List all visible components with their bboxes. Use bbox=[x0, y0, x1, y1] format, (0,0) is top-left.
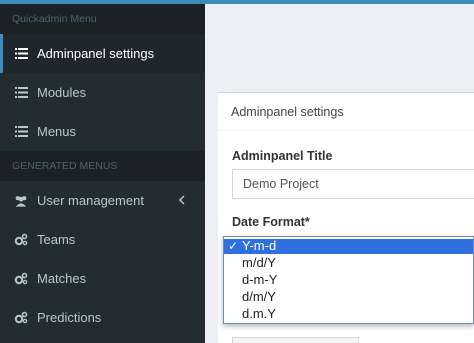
date-format-option[interactable]: d/m/Y bbox=[224, 289, 473, 305]
panel-title: Adminpanel settings bbox=[218, 93, 474, 131]
sidebar-item-menus[interactable]: Menus bbox=[0, 112, 205, 151]
date-format-option[interactable]: d.m.Y bbox=[224, 306, 473, 322]
users-icon bbox=[14, 194, 28, 208]
option-label: d.m.Y bbox=[242, 306, 276, 321]
date-format-label: Date Format* bbox=[232, 215, 310, 229]
list-icon bbox=[14, 86, 28, 100]
checkmark-icon: ✓ bbox=[228, 239, 239, 253]
sidebar-item-modules[interactable]: Modules bbox=[0, 73, 205, 112]
sidebar-item-label: Matches bbox=[37, 271, 87, 286]
date-format-option[interactable]: m/d/Y bbox=[224, 255, 473, 271]
sidebar-item-label: Menus bbox=[37, 124, 77, 139]
gears-icon bbox=[14, 272, 28, 286]
option-label: d-m-Y bbox=[242, 272, 278, 287]
option-label: d/m/Y bbox=[242, 289, 276, 304]
option-label: Y-m-d bbox=[242, 238, 277, 253]
date-format-option[interactable]: ✓ Y-m-d bbox=[224, 238, 473, 254]
adminpanel-title-input[interactable] bbox=[232, 169, 474, 199]
save-button[interactable] bbox=[232, 337, 359, 343]
sidebar-item-teams[interactable]: Teams bbox=[0, 220, 205, 259]
sidebar: Quickadmin Menu Adminpanel settings Modu… bbox=[0, 4, 205, 343]
gears-icon bbox=[14, 311, 28, 325]
sidebar-item-user-management[interactable]: User management bbox=[0, 181, 205, 220]
list-icon bbox=[14, 125, 28, 139]
sidebar-item-label: User management bbox=[37, 193, 144, 208]
sidebar-item-matches[interactable]: Matches bbox=[0, 259, 205, 298]
adminpanel-title-label: Adminpanel Title bbox=[232, 149, 333, 163]
date-format-option[interactable]: d-m-Y bbox=[224, 272, 473, 288]
sidebar-item-label: Teams bbox=[37, 232, 76, 247]
sidebar-item-label: Adminpanel settings bbox=[37, 46, 155, 61]
date-format-dropdown[interactable]: ✓ Y-m-d m/d/Y d-m-Y d/m/Y d.m.Y bbox=[223, 236, 474, 324]
gears-icon bbox=[14, 233, 28, 247]
chevron-left-icon bbox=[177, 194, 187, 206]
list-icon bbox=[14, 47, 28, 61]
generated-menus-header: GENERATED MENUS bbox=[0, 151, 205, 181]
option-label: m/d/Y bbox=[242, 255, 276, 270]
sidebar-header: Quickadmin Menu bbox=[0, 4, 205, 34]
sidebar-item-label: Predictions bbox=[37, 310, 102, 325]
sidebar-item-predictions[interactable]: Predictions bbox=[0, 298, 205, 337]
sidebar-item-adminpanel-settings[interactable]: Adminpanel settings bbox=[0, 34, 205, 73]
sidebar-item-label: Modules bbox=[37, 85, 87, 100]
